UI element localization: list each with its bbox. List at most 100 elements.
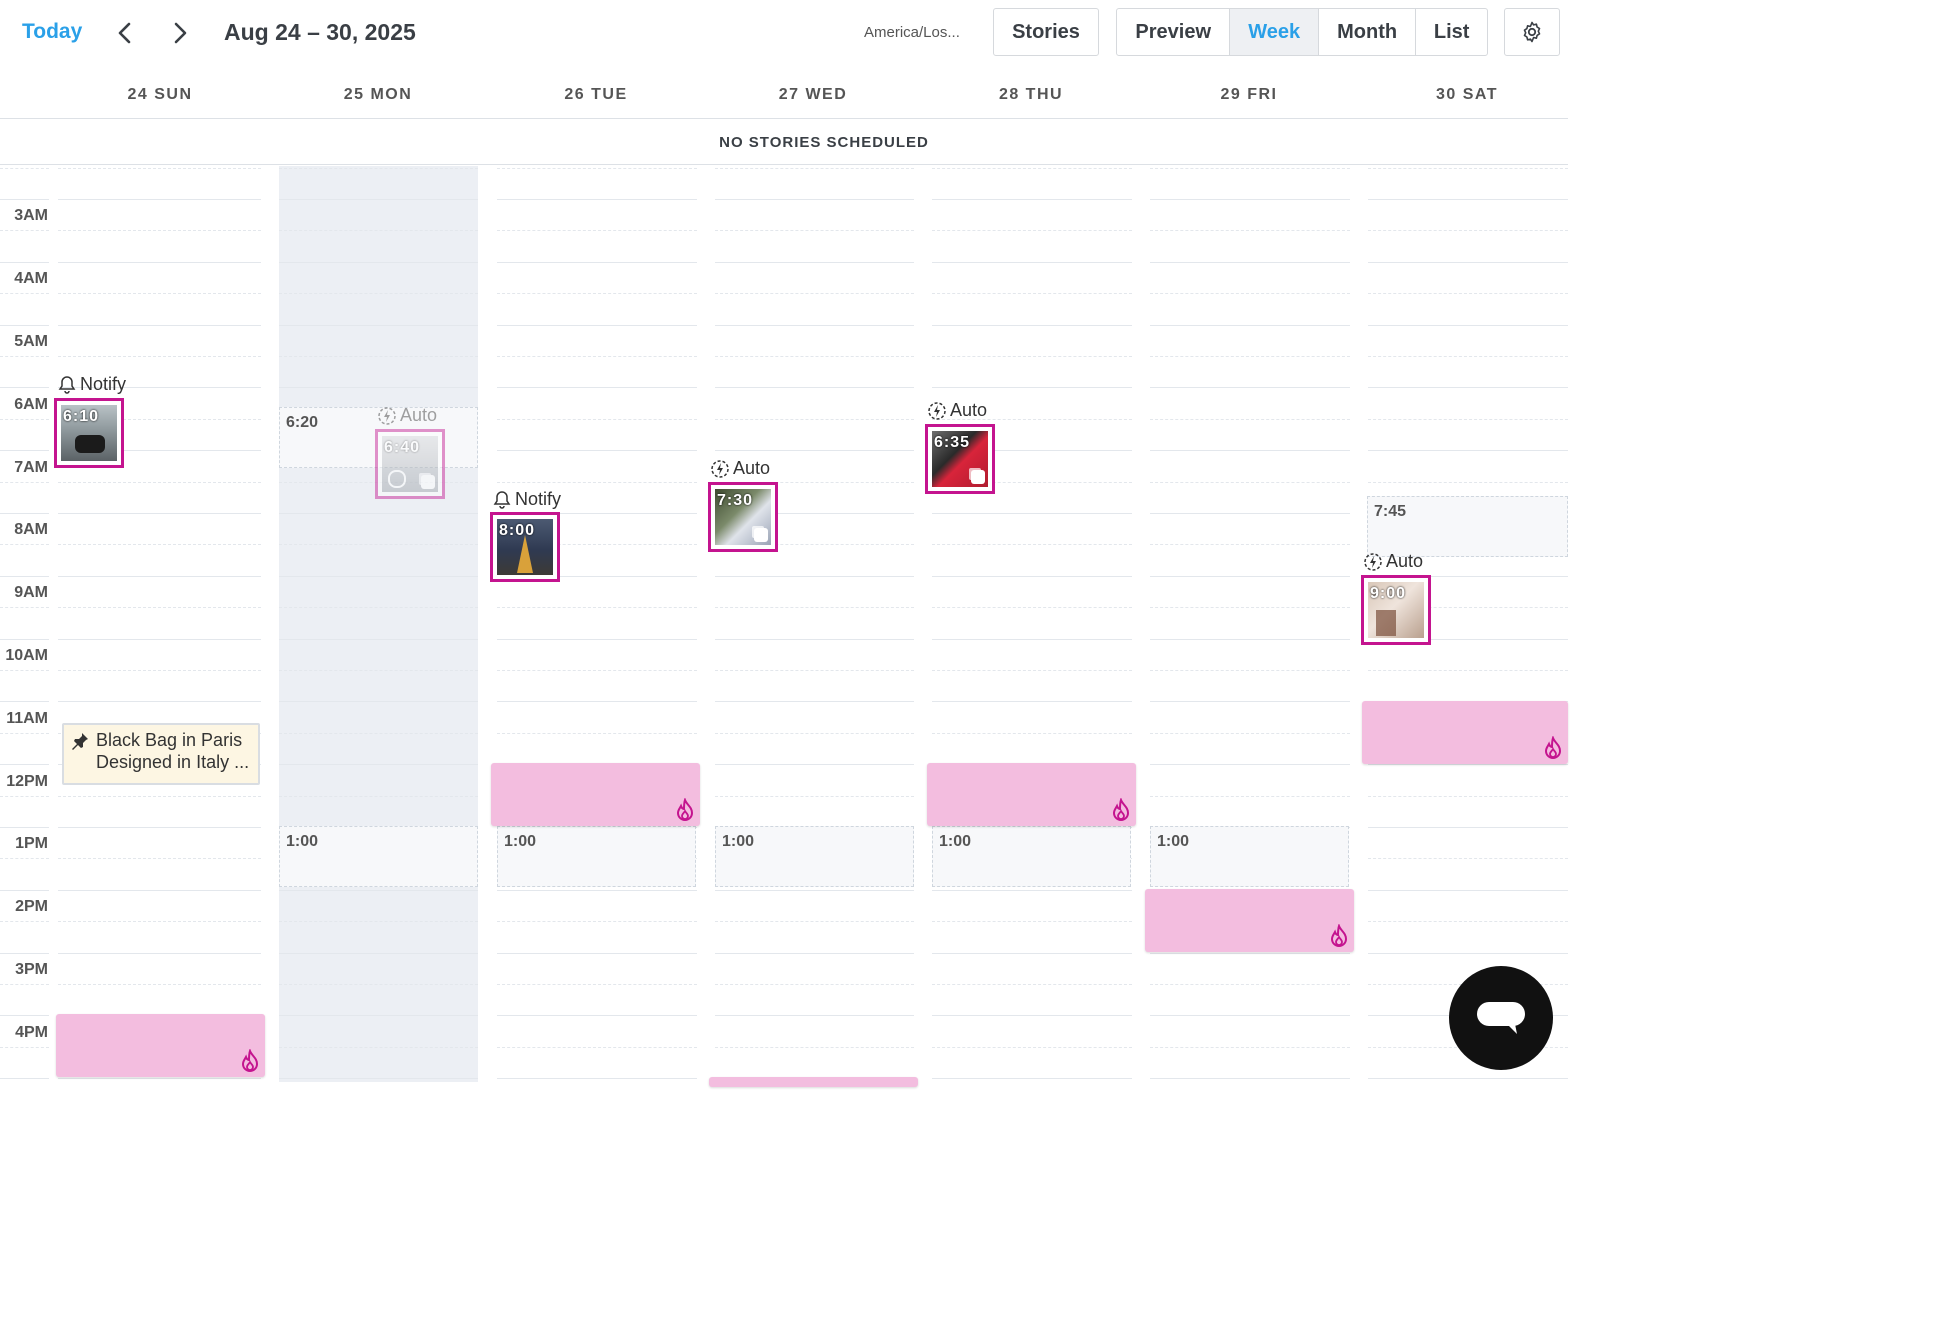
flame-icon (676, 798, 694, 821)
post-image: 6:40 (382, 436, 438, 492)
half-hour-line (1368, 670, 1568, 671)
half-hour-line (932, 984, 1132, 985)
post-thumbnail[interactable]: 7:30 (708, 482, 778, 552)
open-slot[interactable]: 1:00 (932, 826, 1131, 887)
post-image: 7:30 (715, 489, 771, 545)
hour-line (1368, 199, 1568, 200)
header-divider (0, 118, 1568, 119)
hour-line (932, 324, 1132, 326)
hour-line (497, 638, 697, 640)
scheduled-block[interactable] (56, 1014, 265, 1077)
half-hour-line (715, 418, 914, 420)
post-image: 6:10 (61, 405, 117, 461)
hour-label: 4AM (14, 270, 48, 287)
today-button[interactable]: Today (22, 20, 82, 44)
view-month-button[interactable]: Month (1319, 9, 1417, 55)
half-hour-line (279, 544, 478, 546)
day-header-wed[interactable]: 27 WED (704, 86, 922, 104)
banner-divider (0, 164, 1568, 165)
scheduled-block[interactable] (491, 763, 700, 826)
half-hour-line (1150, 356, 1350, 357)
post-thumbnail[interactable]: 6:10 (54, 398, 124, 468)
hour-line (0, 1078, 49, 1080)
auto-tag: Auto (377, 405, 437, 426)
multi-image-icon (754, 528, 768, 542)
hour-line (0, 450, 49, 452)
hour-line (1150, 764, 1350, 766)
open-slot[interactable]: 1:00 (1150, 826, 1349, 887)
half-hour-line (1150, 1046, 1350, 1048)
hour-line (1150, 701, 1350, 703)
next-week-button[interactable] (165, 18, 195, 48)
half-hour-line (0, 921, 49, 923)
stories-button[interactable]: Stories (993, 8, 1099, 56)
hour-line (1368, 261, 1568, 263)
day-header-thu[interactable]: 28 THU (922, 86, 1140, 104)
day-header-sun[interactable]: 24 SUN (51, 86, 269, 104)
hour-line (279, 952, 478, 954)
post-thumbnail[interactable]: 8:00 (490, 512, 560, 582)
half-hour-line (932, 544, 1132, 546)
half-hour-line (279, 1046, 478, 1048)
open-slot[interactable]: 1:00 (279, 826, 478, 887)
flame-icon (241, 1049, 259, 1072)
post-thumbnail[interactable]: 9:00 (1361, 575, 1431, 645)
half-hour-line (279, 732, 478, 734)
flame-icon (1112, 798, 1130, 821)
day-header-sat[interactable]: 30 SAT (1358, 86, 1576, 104)
date-range-title: Aug 24 – 30, 2025 (224, 19, 416, 45)
hour-label: 10AM (5, 647, 48, 664)
half-hour-line (715, 984, 914, 985)
open-slot[interactable]: 1:00 (715, 826, 914, 887)
gear-icon (1523, 21, 1541, 43)
half-hour-line (279, 670, 478, 671)
scheduled-block[interactable] (927, 763, 1136, 826)
hour-line (1368, 952, 1568, 954)
pinned-note[interactable]: Black Bag in Paris Designed in Italy ... (62, 723, 260, 785)
hour-line (932, 387, 1132, 389)
tag-label: Auto (1386, 551, 1424, 571)
hour-line (715, 199, 914, 200)
chat-support-button[interactable] (1449, 966, 1553, 1070)
hour-line (715, 1015, 914, 1017)
auto-tag: Auto (1363, 551, 1423, 572)
half-hour-line (715, 293, 914, 295)
post-thumbnail[interactable]: 6:35 (925, 424, 995, 494)
scheduled-block[interactable] (709, 1077, 918, 1087)
hour-line (279, 324, 478, 326)
half-hour-line (932, 732, 1132, 734)
scheduled-block[interactable] (1145, 889, 1354, 952)
post-thumbnail[interactable]: 6:40 (375, 429, 445, 499)
hour-line (1150, 324, 1350, 326)
half-hour-line (1150, 732, 1350, 734)
day-header-fri[interactable]: 29 FRI (1140, 86, 1358, 104)
view-list-button[interactable]: List (1416, 9, 1487, 55)
hour-line (497, 701, 697, 703)
half-hour-line (1368, 356, 1568, 357)
previous-week-button[interactable] (110, 18, 140, 48)
scheduled-block[interactable] (1362, 701, 1568, 764)
chevron-left-icon (118, 22, 131, 44)
open-slot[interactable]: 1:00 (497, 826, 696, 887)
day-header-tue[interactable]: 26 TUE (487, 86, 705, 104)
chevron-right-icon (174, 22, 187, 44)
pushpin-icon (72, 733, 88, 750)
open-slot[interactable]: 7:45 (1367, 496, 1568, 557)
hour-line (715, 889, 914, 891)
half-hour-line (497, 921, 697, 923)
half-hour-line (715, 356, 914, 357)
view-week-button[interactable]: Week (1230, 9, 1319, 55)
hour-line (497, 261, 697, 263)
half-hour-line (0, 1046, 49, 1048)
settings-button[interactable] (1504, 8, 1560, 56)
post-time: 6:40 (384, 439, 421, 456)
half-hour-line (715, 1046, 914, 1048)
timezone-selector[interactable]: America/Los... (864, 24, 960, 41)
view-preview-button[interactable]: Preview (1117, 9, 1231, 55)
hour-label: 9AM (14, 584, 48, 601)
auto-tag: Auto (710, 458, 770, 479)
tag-label: Auto (733, 458, 771, 478)
hour-line (58, 324, 261, 326)
hour-line (715, 324, 914, 326)
day-header-mon[interactable]: 25 MON (269, 86, 487, 104)
